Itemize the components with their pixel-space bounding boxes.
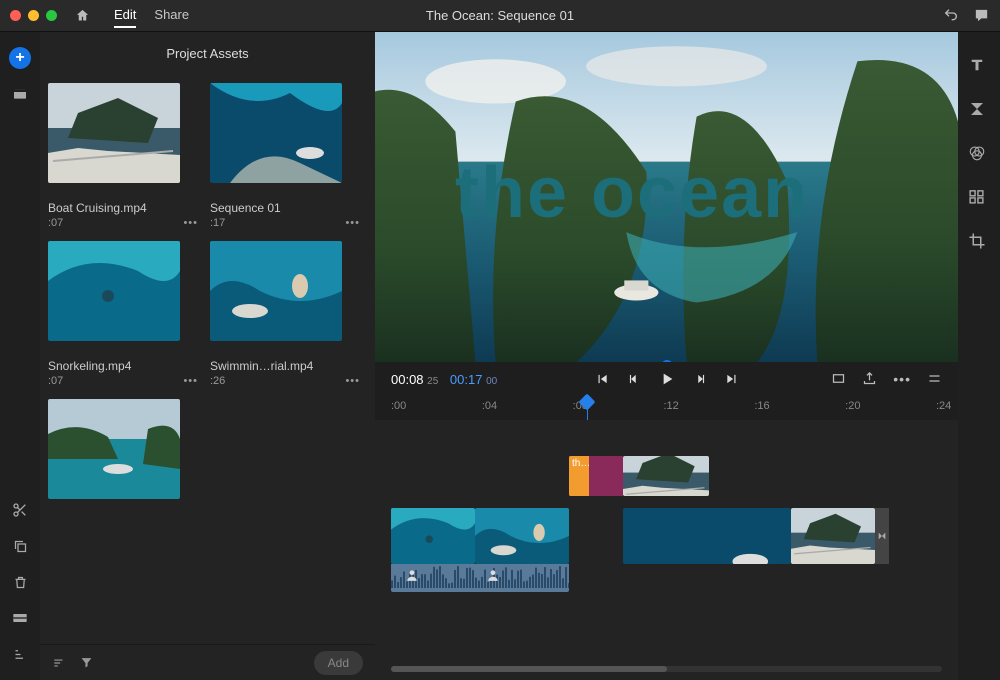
duplicate-icon[interactable] (8, 534, 32, 558)
export-icon[interactable] (862, 371, 877, 387)
time-ruler[interactable]: :00:04:08:12:16:20:24 (375, 396, 958, 420)
timeline[interactable]: th… (375, 420, 958, 680)
main-menu: Edit Share (114, 3, 189, 28)
home-icon[interactable] (75, 8, 90, 23)
adjust-icon[interactable] (968, 188, 990, 210)
video-clip[interactable] (791, 508, 875, 564)
scissors-icon[interactable] (8, 498, 32, 522)
asset-name: Swimmin…rial.mp4 (210, 359, 360, 373)
ruler-tick: :24 (936, 400, 951, 412)
asset-item[interactable]: Boat Cruising.mp4 :07 ••• (48, 83, 198, 229)
asset-name: Boat Cruising.mp4 (48, 201, 198, 215)
color-icon[interactable] (968, 144, 990, 166)
crop-tool-icon[interactable] (968, 232, 990, 254)
list-icon[interactable] (8, 642, 32, 666)
menu-edit[interactable]: Edit (114, 3, 136, 28)
step-back-icon[interactable] (627, 372, 641, 386)
video-clip[interactable] (623, 508, 791, 564)
video-clip[interactable] (391, 508, 475, 564)
step-forward-icon[interactable] (693, 372, 707, 386)
center-area: the ocean 00:08 25 00:17 00 ••• :0 (375, 32, 958, 680)
document-title: The Ocean: Sequence 01 (426, 8, 574, 23)
assets-grid: Boat Cruising.mp4 :07 •••Sequence 01 :17… (40, 75, 375, 644)
asset-more-icon[interactable]: ••• (345, 375, 360, 387)
ruler-tick: :12 (664, 400, 679, 412)
minimize-window[interactable] (28, 10, 39, 21)
panel-icon[interactable] (8, 82, 32, 106)
fullscreen-icon[interactable] (831, 371, 846, 387)
asset-duration: :07 (48, 217, 63, 229)
menu-share[interactable]: Share (154, 3, 189, 28)
add-media-button[interactable]: + (8, 46, 32, 70)
filter-icon[interactable] (80, 656, 93, 669)
window-controls (10, 10, 57, 21)
asset-item[interactable]: Snorkeling.mp4 :07 ••• (48, 241, 198, 387)
asset-more-icon[interactable]: ••• (183, 217, 198, 229)
right-rail (958, 32, 1000, 680)
trash-icon[interactable] (8, 570, 32, 594)
left-rail: + (0, 32, 40, 680)
transport-controls: 00:08 25 00:17 00 ••• (375, 362, 958, 396)
asset-thumbnail[interactable] (48, 83, 180, 183)
maximize-window[interactable] (46, 10, 57, 21)
overlay-clip[interactable] (623, 456, 709, 496)
audio-clip[interactable] (391, 564, 569, 592)
asset-item[interactable] (48, 399, 198, 499)
asset-name: Sequence 01 (210, 201, 360, 215)
ruler-tick: :16 (754, 400, 769, 412)
menu-lines-icon[interactable] (927, 371, 942, 387)
asset-thumbnail[interactable] (210, 83, 342, 183)
asset-thumbnail[interactable] (210, 241, 342, 341)
clip-end-marker[interactable] (875, 508, 889, 564)
asset-more-icon[interactable]: ••• (183, 375, 198, 387)
preview-monitor[interactable]: the ocean (375, 32, 958, 362)
text-tool-icon[interactable] (968, 56, 990, 78)
assets-header: Project Assets (40, 32, 375, 75)
title-clip-label: th… (569, 456, 589, 496)
ruler-tick: :20 (845, 400, 860, 412)
timeline-scrollbar[interactable] (391, 666, 942, 672)
panel-toggle-icon[interactable] (8, 606, 32, 630)
title-overlay: the ocean (455, 152, 809, 234)
timecode: 00:08 25 00:17 00 (391, 372, 497, 387)
asset-thumbnail[interactable] (48, 399, 180, 499)
project-assets-panel: Project Assets Boat Cruising.mp4 :07 •••… (40, 32, 375, 680)
asset-duration: :17 (210, 217, 225, 229)
undo-icon[interactable] (943, 7, 959, 24)
assets-footer: Add (40, 644, 375, 680)
titlebar: Edit Share The Ocean: Sequence 01 (0, 0, 1000, 32)
goto-end-icon[interactable] (725, 372, 739, 386)
transitions-icon[interactable] (968, 100, 990, 122)
close-window[interactable] (10, 10, 21, 21)
video-clip[interactable] (475, 508, 569, 564)
asset-duration: :26 (210, 375, 225, 387)
asset-thumbnail[interactable] (48, 241, 180, 341)
add-button[interactable]: Add (314, 651, 363, 675)
asset-duration: :07 (48, 375, 63, 387)
comment-icon[interactable] (973, 7, 990, 24)
goto-start-icon[interactable] (595, 372, 609, 386)
ruler-tick: :00 (391, 400, 406, 412)
sort-icon[interactable] (52, 656, 66, 670)
ruler-tick: :04 (482, 400, 497, 412)
asset-item[interactable]: Sequence 01 :17 ••• (210, 83, 360, 229)
asset-more-icon[interactable]: ••• (345, 217, 360, 229)
title-clip[interactable]: th… (569, 456, 623, 496)
more-icon[interactable]: ••• (893, 371, 911, 387)
play-icon[interactable] (659, 371, 675, 387)
asset-item[interactable]: Swimmin…rial.mp4 :26 ••• (210, 241, 360, 387)
asset-name: Snorkeling.mp4 (48, 359, 198, 373)
